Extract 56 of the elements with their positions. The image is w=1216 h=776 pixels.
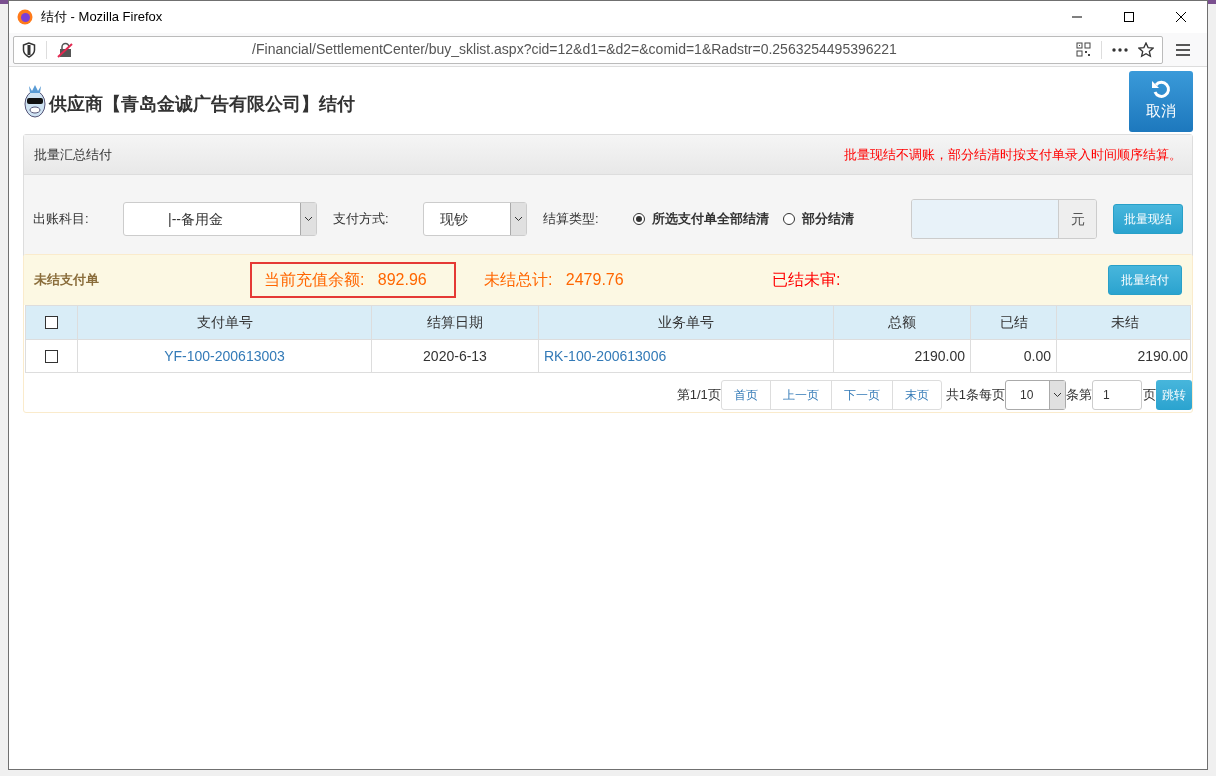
summary-stat: 已结未审: — [772, 270, 841, 290]
pagination-link[interactable]: 末页 — [891, 381, 941, 409]
go-button[interactable]: 跳转 — [1156, 380, 1192, 410]
column-header: 结算日期 — [427, 313, 483, 332]
undo-icon — [1151, 79, 1171, 100]
panel-title: 未结支付单 — [34, 271, 100, 290]
checkbox[interactable] — [45, 316, 58, 329]
field-label: 支付方式: — [333, 210, 390, 229]
more-icon[interactable] — [1112, 47, 1128, 52]
column-header: 未结 — [1111, 313, 1139, 332]
column-header: 总额 — [888, 313, 916, 332]
cancel-button[interactable]: 取消 — [1129, 70, 1193, 132]
table-cell-text: 2190.00 — [914, 346, 965, 366]
table-cell-text: 0.00 — [1023, 346, 1051, 366]
pagination-text: 条第 — [1066, 386, 1092, 405]
panel-title: 批量汇总结付 — [34, 145, 112, 164]
pagination-link[interactable]: 上一页 — [769, 381, 831, 409]
radio-option[interactable]: 所选支付单全部结清 — [633, 209, 769, 229]
radio-button[interactable] — [783, 213, 795, 225]
field-label: 出账科目: — [33, 210, 90, 229]
batch-settle-button[interactable]: 批量结付 — [1108, 265, 1182, 295]
page-number-input[interactable]: 1 — [1092, 380, 1142, 410]
checkbox[interactable] — [45, 349, 58, 363]
pagination-text: 共1条每页 — [945, 386, 1005, 405]
insecure-lock-icon[interactable] — [57, 41, 73, 58]
table-cell-text: 2190.00 — [1137, 346, 1188, 366]
browser-logo-icon — [17, 9, 33, 25]
batch-cash-settle-button[interactable]: 批量现结 — [1113, 204, 1183, 234]
pagination-link[interactable]: 首页 — [721, 381, 770, 409]
close-icon[interactable] — [1175, 11, 1187, 23]
order-link[interactable]: RK-100-200613006 — [544, 345, 667, 367]
qr-code-icon[interactable] — [1076, 42, 1091, 57]
menu-icon[interactable] — [1176, 43, 1190, 56]
notice-text: 批量现结不调账，部分结清时按支付单录入时间顺序结算。 — [844, 145, 1182, 164]
radio-button[interactable] — [633, 213, 645, 225]
shield-icon[interactable] — [22, 41, 36, 58]
column-header: 业务单号 — [658, 313, 714, 332]
page-info: 第1/1页 — [676, 386, 721, 405]
table-cell-text: 2020-6-13 — [423, 346, 487, 366]
address-bar[interactable]: /Financial/SettlementCenter/buy_sklist.aspx?cid=12&d1=&d2=&comid=1&Radstr=0.2563254495396221 — [13, 35, 1163, 64]
page-title: 供应商【青岛金诚广告有限公司】结付 — [49, 92, 355, 116]
pagination-text: 页 — [1143, 386, 1156, 405]
maximize-icon[interactable] — [1123, 11, 1135, 23]
summary-stat: 当前充值余额: 892.96 — [250, 262, 456, 298]
pagination-link[interactable]: 下一页 — [830, 381, 892, 409]
radio-option[interactable]: 部分结清 — [783, 209, 854, 229]
window-title: 结付 - Mozilla Firefox — [41, 8, 163, 27]
account-select[interactable]: |--备用金 — [123, 202, 317, 236]
summary-stat: 未结总计: 2479.76 — [484, 270, 625, 290]
field-label: 结算类型: — [543, 210, 600, 229]
column-header: 支付单号 — [196, 313, 253, 332]
page-size-select[interactable]: 10 — [1005, 380, 1066, 410]
order-link[interactable]: YF-100-200613003 — [164, 345, 285, 367]
column-header: 已结 — [999, 313, 1028, 332]
payment-method-select[interactable]: 现钞 — [423, 202, 527, 236]
bookmark-star-icon[interactable] — [1138, 41, 1154, 58]
